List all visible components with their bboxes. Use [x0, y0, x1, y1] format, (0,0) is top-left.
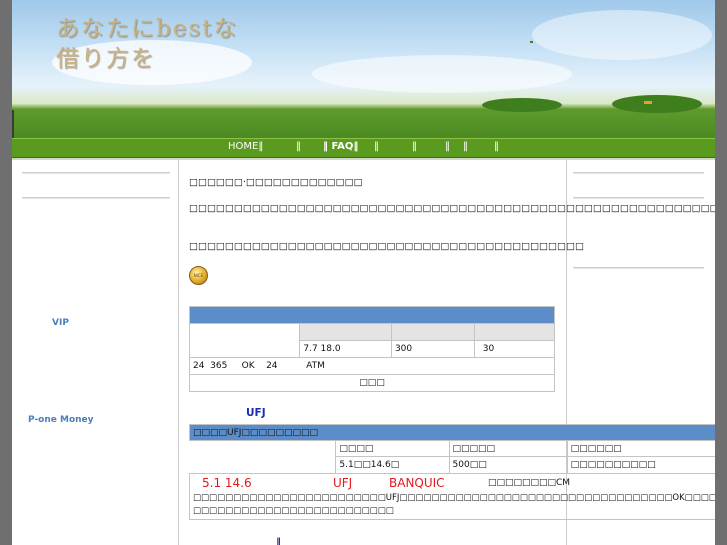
loan-summary-table: 7.7 18.0 300 30 24 365 OK 24 ATM □□□ — [188, 306, 556, 392]
ufj-table-header: □□□□UFJ□□□□□□□□□ — [189, 424, 715, 441]
nav-link[interactable]: ‖ — [494, 141, 499, 152]
rate-highlight: 5.1 14.6 — [202, 476, 252, 490]
table-cell — [390, 323, 475, 341]
banquic-highlight: BANQUIC — [389, 476, 445, 490]
cm-text: □□□□□□□□CM — [488, 478, 571, 488]
ufj-heading[interactable]: UFJ — [246, 407, 266, 419]
right-sidebar-divider — [573, 197, 704, 199]
limit-cell: 500□□ — [448, 456, 568, 474]
page: あなたにbestな 借り方を HOME‖ ‖ ‖ FAQ‖ ‖ ‖ ‖ ‖ ‖ … — [12, 0, 715, 545]
table-cell — [188, 323, 301, 358]
table-cell — [299, 323, 392, 341]
ufj-body-line: □□□□□□□□□□□□□□□□□□□□□□□□□ — [193, 506, 394, 517]
left-sidebar-divider — [22, 197, 170, 199]
nav-link[interactable]: ‖ — [374, 141, 379, 152]
note-row: 24 365 OK 24 ATM — [189, 357, 555, 375]
ufj-table: □□□□UFJ□□□□□□□□□ □□□□ □□□□□ □□□□□□ 5.1□□… — [189, 424, 715, 520]
table-footer: □□□ — [189, 374, 555, 392]
highlight-row: 5.1 14.6 UFJ BANQUIC □□□□□□□□CM — [189, 473, 715, 492]
nav-link[interactable]: ‖ — [296, 141, 301, 152]
limit-cell: 300 — [390, 340, 475, 358]
days-cell: 30 — [473, 340, 556, 358]
paragraph: □□□□□□□□□□□□□□□□□□□□□□□□□□□□□□□□□□□□□□□□… — [189, 241, 584, 252]
right-sidebar-divider — [573, 172, 704, 174]
left-sidebar-divider — [22, 172, 170, 174]
nav-divider — [12, 158, 715, 160]
bottom-link-marker[interactable]: ‖ — [276, 537, 281, 545]
nav-link[interactable]: ‖ — [463, 141, 468, 152]
rate-cell: 7.7 18.0 — [299, 340, 392, 358]
table-header-bar — [189, 306, 555, 324]
tree-line — [612, 95, 702, 113]
ufj-body-line: □□□□□□□□□□□□□□□□□□□□□□□□UFJ□□□□□□□□□□□□□… — [193, 493, 715, 504]
tree-line — [482, 98, 562, 112]
ufj-body: □□□□□□□□□□□□□□□□□□□□□□□□UFJ□□□□□□□□□□□□□… — [189, 491, 715, 520]
coin-icon: NICE — [189, 266, 208, 285]
nav-faq-link[interactable]: ‖ FAQ‖ — [323, 141, 358, 152]
kite-dot — [644, 101, 652, 104]
table-cell — [473, 323, 556, 341]
nav-link[interactable]: ‖ — [412, 141, 417, 152]
fence-post — [12, 110, 14, 138]
cloud — [312, 55, 572, 93]
nav-home-link[interactable]: HOME‖ — [228, 141, 263, 152]
table-cell — [190, 441, 336, 474]
col-header: □□□□□ — [448, 440, 568, 457]
site-title: あなたにbestな 借り方を — [56, 16, 239, 72]
col-header: □□□□ — [335, 440, 450, 457]
nav-link[interactable]: ‖ — [445, 141, 450, 152]
ufj-highlight: UFJ — [333, 476, 353, 490]
bird-dot — [530, 41, 533, 43]
left-column-border — [178, 160, 179, 545]
col-header: □□□□□□ — [566, 440, 715, 457]
header-banner: あなたにbestな 借り方を — [12, 0, 715, 138]
sidebar-link-vip[interactable]: VIP — [52, 318, 69, 328]
rate-cell: 5.1□□14.6□ — [335, 456, 450, 474]
cloud — [532, 10, 712, 60]
right-sidebar-divider — [573, 267, 704, 269]
value-cell: □□□□□□□□□□ — [566, 456, 715, 474]
sidebar-link-pone-money[interactable]: P-one Money — [28, 415, 94, 425]
intro-line: □□□□□□·□□□□□□□□□□□□□ — [189, 177, 363, 188]
nav-bar: HOME‖ ‖ ‖ FAQ‖ ‖ ‖ ‖ ‖ ‖ — [12, 138, 715, 158]
paragraph: □□□□□□□□□□□□□□□□□□□□□□□□□□□□□□□□□□□□□□□□… — [189, 203, 715, 214]
